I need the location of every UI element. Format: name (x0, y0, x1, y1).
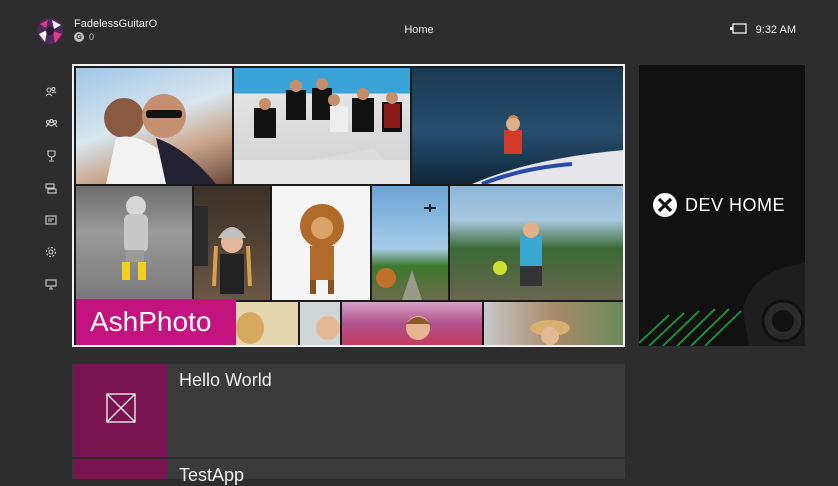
photo-group (234, 68, 410, 184)
sidebar (40, 76, 62, 300)
photo-child-face (300, 302, 340, 345)
friends-icon[interactable] (40, 76, 62, 108)
featured-app-tile-ashphoto[interactable]: AshPhoto (72, 64, 625, 347)
status-area: 9:32 AM (729, 23, 796, 37)
photo-boy-hillside (450, 186, 623, 300)
photo-girl-hat (194, 186, 270, 300)
dev-home-logo: DEV HOME (653, 193, 785, 217)
battery-icon (729, 23, 748, 37)
dev-home-tile[interactable]: DEV HOME (639, 65, 805, 346)
dev-home-label: DEV HOME (685, 194, 786, 215)
app-name: TestApp (179, 465, 245, 485)
clock: 9:32 AM (755, 24, 796, 36)
photo-hat (236, 302, 298, 345)
app-row-testapp[interactable]: TestApp (72, 459, 625, 485)
photo-tulip-field (342, 302, 482, 345)
settings-icon[interactable] (40, 236, 62, 268)
photo-dog-lion (272, 186, 370, 300)
photo-boat (412, 68, 623, 184)
photo-child-sunhat (484, 302, 623, 345)
party-icon[interactable] (40, 108, 62, 140)
app-tile-icon (74, 364, 167, 457)
photo-dog-drone (372, 186, 448, 300)
app-name: Hello World (179, 370, 272, 390)
app-row-hello-world[interactable]: Hello World (72, 364, 625, 457)
page-title: Home (404, 24, 434, 36)
messages-icon[interactable] (40, 204, 62, 236)
photo-child-yellow-boots (76, 186, 192, 300)
app-placeholder-icon (105, 393, 136, 428)
achievements-icon[interactable] (40, 140, 62, 172)
tv-icon[interactable] (40, 268, 62, 300)
featured-app-label: AshPhoto (76, 299, 236, 345)
app-tile-icon (74, 459, 167, 479)
photo-couple (76, 68, 232, 184)
snap-icon[interactable] (40, 172, 62, 204)
xbox-logo-icon (653, 193, 677, 217)
